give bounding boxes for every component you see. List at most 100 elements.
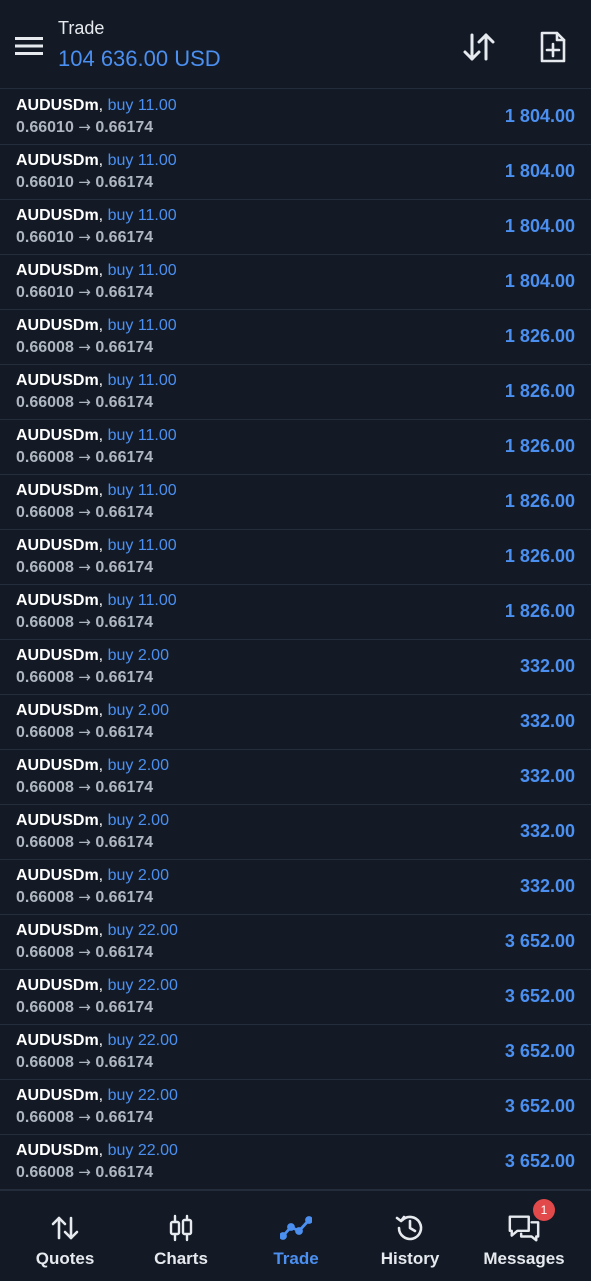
nav-quotes[interactable]: Quotes bbox=[6, 1191, 124, 1281]
position-row[interactable]: AUDUSDm, buy 22.00 0.66008 → 0.66174 3 652… bbox=[0, 915, 591, 970]
price-arrow: → bbox=[78, 118, 91, 136]
position-direction-volume: buy 2.00 bbox=[107, 757, 169, 774]
current-price: 0.66174 bbox=[95, 779, 154, 796]
position-profit: 3 652.00 bbox=[504, 931, 575, 951]
position-row[interactable]: AUDUSDm, buy 22.00 0.66008 → 0.66174 3 652… bbox=[0, 1135, 591, 1190]
open-price: 0.66008 bbox=[16, 1054, 74, 1071]
open-price: 0.66008 bbox=[16, 779, 74, 796]
position-prices: 0.66008 → 0.66174 bbox=[16, 888, 153, 907]
current-price: 0.66174 bbox=[95, 174, 154, 191]
price-arrow: → bbox=[78, 1108, 91, 1126]
position-row[interactable]: AUDUSDm, buy 11.00 0.66008 → 0.66174 1 826… bbox=[0, 310, 591, 365]
current-price: 0.66174 bbox=[95, 1164, 154, 1181]
open-price: 0.66008 bbox=[16, 449, 74, 466]
menu-button[interactable] bbox=[10, 28, 48, 64]
position-direction-volume: buy 11.00 bbox=[107, 372, 177, 389]
position-row[interactable]: AUDUSDm, buy 2.00 0.66008 → 0.66174 332.00 bbox=[0, 640, 591, 695]
open-price: 0.66010 bbox=[16, 119, 74, 136]
position-separator: , bbox=[98, 97, 104, 114]
messages-badge: 1 bbox=[533, 1199, 555, 1221]
nav-quotes-label: Quotes bbox=[35, 1249, 95, 1268]
position-prices: 0.66008 → 0.66174 bbox=[16, 778, 153, 797]
position-row[interactable]: AUDUSDm, buy 11.00 0.66010 → 0.66174 1 804… bbox=[0, 145, 591, 200]
position-separator: , bbox=[98, 537, 104, 554]
position-row[interactable]: AUDUSDm, buy 2.00 0.66008 → 0.66174 332.00 bbox=[0, 750, 591, 805]
position-row[interactable]: AUDUSDm, buy 22.00 0.66008 → 0.66174 3 652… bbox=[0, 970, 591, 1025]
position-symbol: AUDUSDm bbox=[16, 812, 99, 829]
nav-history[interactable]: History bbox=[351, 1191, 469, 1281]
position-separator: , bbox=[98, 1142, 104, 1159]
position-direction-volume: buy 2.00 bbox=[107, 812, 169, 829]
position-row[interactable]: AUDUSDm, buy 2.00 0.66008 → 0.66174 332.00 bbox=[0, 695, 591, 750]
price-arrow: → bbox=[78, 173, 91, 191]
new-document-plus-icon bbox=[539, 30, 567, 64]
new-order-button[interactable] bbox=[531, 26, 575, 68]
position-row[interactable]: AUDUSDm, buy 11.00 0.66008 → 0.66174 1 826… bbox=[0, 365, 591, 420]
nav-history-label: History bbox=[380, 1249, 440, 1268]
position-symbol: AUDUSDm bbox=[16, 262, 99, 279]
open-price: 0.66008 bbox=[16, 944, 74, 961]
nav-charts[interactable]: Charts bbox=[122, 1191, 240, 1281]
nav-trade[interactable]: Trade bbox=[237, 1191, 355, 1281]
position-separator: , bbox=[98, 317, 104, 334]
sort-button[interactable] bbox=[457, 27, 501, 67]
open-price: 0.66008 bbox=[16, 669, 74, 686]
position-symbol: AUDUSDm bbox=[16, 702, 99, 719]
price-arrow: → bbox=[78, 943, 91, 961]
open-price: 0.66008 bbox=[16, 1164, 74, 1181]
price-arrow: → bbox=[78, 888, 91, 906]
open-price: 0.66008 bbox=[16, 504, 74, 521]
position-title: AUDUSDm, buy 11.00 bbox=[16, 97, 177, 115]
position-symbol: AUDUSDm bbox=[16, 1032, 99, 1049]
position-direction-volume: buy 22.00 bbox=[107, 1032, 178, 1049]
position-profit: 1 804.00 bbox=[504, 161, 575, 181]
position-row[interactable]: AUDUSDm, buy 11.00 0.66010 → 0.66174 1 804… bbox=[0, 90, 591, 145]
position-separator: , bbox=[98, 152, 104, 169]
price-arrow: → bbox=[78, 613, 91, 631]
position-symbol: AUDUSDm bbox=[16, 757, 99, 774]
current-price: 0.66174 bbox=[95, 944, 154, 961]
open-price: 0.66008 bbox=[16, 889, 74, 906]
position-symbol: AUDUSDm bbox=[16, 427, 99, 444]
open-price: 0.66010 bbox=[16, 284, 74, 301]
position-title: AUDUSDm, buy 11.00 bbox=[16, 372, 177, 390]
position-row[interactable]: AUDUSDm, buy 11.00 0.66008 → 0.66174 1 826… bbox=[0, 475, 591, 530]
position-direction-volume: buy 22.00 bbox=[107, 922, 178, 939]
position-prices: 0.66008 → 0.66174 bbox=[16, 723, 153, 742]
price-arrow: → bbox=[78, 998, 91, 1016]
position-separator: , bbox=[98, 647, 104, 664]
current-price: 0.66174 bbox=[95, 999, 154, 1016]
position-row[interactable]: AUDUSDm, buy 22.00 0.66008 → 0.66174 3 652… bbox=[0, 1080, 591, 1135]
current-price: 0.66174 bbox=[95, 889, 154, 906]
trend-line-icon bbox=[279, 1213, 313, 1243]
position-separator: , bbox=[98, 757, 104, 774]
nav-trade-label: Trade bbox=[273, 1249, 319, 1268]
position-row[interactable]: AUDUSDm, buy 11.00 0.66008 → 0.66174 1 826… bbox=[0, 585, 591, 640]
nav-messages[interactable]: Messages bbox=[465, 1191, 583, 1281]
position-profit: 332.00 bbox=[519, 876, 575, 896]
position-prices: 0.66008 → 0.66174 bbox=[16, 1163, 153, 1182]
position-row[interactable]: AUDUSDm, buy 11.00 0.66008 → 0.66174 1 826… bbox=[0, 530, 591, 585]
position-symbol: AUDUSDm bbox=[16, 152, 99, 169]
position-symbol: AUDUSDm bbox=[16, 977, 99, 994]
position-row[interactable]: AUDUSDm, buy 11.00 0.66010 → 0.66174 1 804… bbox=[0, 255, 591, 310]
position-direction-volume: buy 2.00 bbox=[107, 702, 169, 719]
position-profit: 332.00 bbox=[519, 711, 575, 731]
position-row[interactable]: AUDUSDm, buy 2.00 0.66008 → 0.66174 332.00 bbox=[0, 860, 591, 915]
price-arrow: → bbox=[78, 228, 91, 246]
position-row[interactable]: AUDUSDm, buy 22.00 0.66008 → 0.66174 3 652… bbox=[0, 1025, 591, 1080]
position-separator: , bbox=[98, 207, 104, 224]
position-profit: 1 804.00 bbox=[504, 106, 575, 126]
position-row[interactable]: AUDUSDm, buy 2.00 0.66008 → 0.66174 332.00 bbox=[0, 805, 591, 860]
price-arrow: → bbox=[78, 448, 91, 466]
position-row[interactable]: AUDUSDm, buy 11.00 0.66008 → 0.66174 1 826… bbox=[0, 420, 591, 475]
open-price: 0.66008 bbox=[16, 724, 74, 741]
position-profit: 1 826.00 bbox=[504, 326, 575, 346]
position-direction-volume: buy 2.00 bbox=[107, 867, 169, 884]
position-profit: 332.00 bbox=[519, 656, 575, 676]
position-symbol: AUDUSDm bbox=[16, 97, 99, 114]
position-prices: 0.66010 → 0.66174 bbox=[16, 228, 153, 247]
positions-list: AUDUSDm, buy 11.00 0.66010 → 0.66174 1 804… bbox=[0, 90, 591, 1190]
position-row[interactable]: AUDUSDm, buy 11.00 0.66010 → 0.66174 1 804… bbox=[0, 200, 591, 255]
price-arrow: → bbox=[78, 778, 91, 796]
